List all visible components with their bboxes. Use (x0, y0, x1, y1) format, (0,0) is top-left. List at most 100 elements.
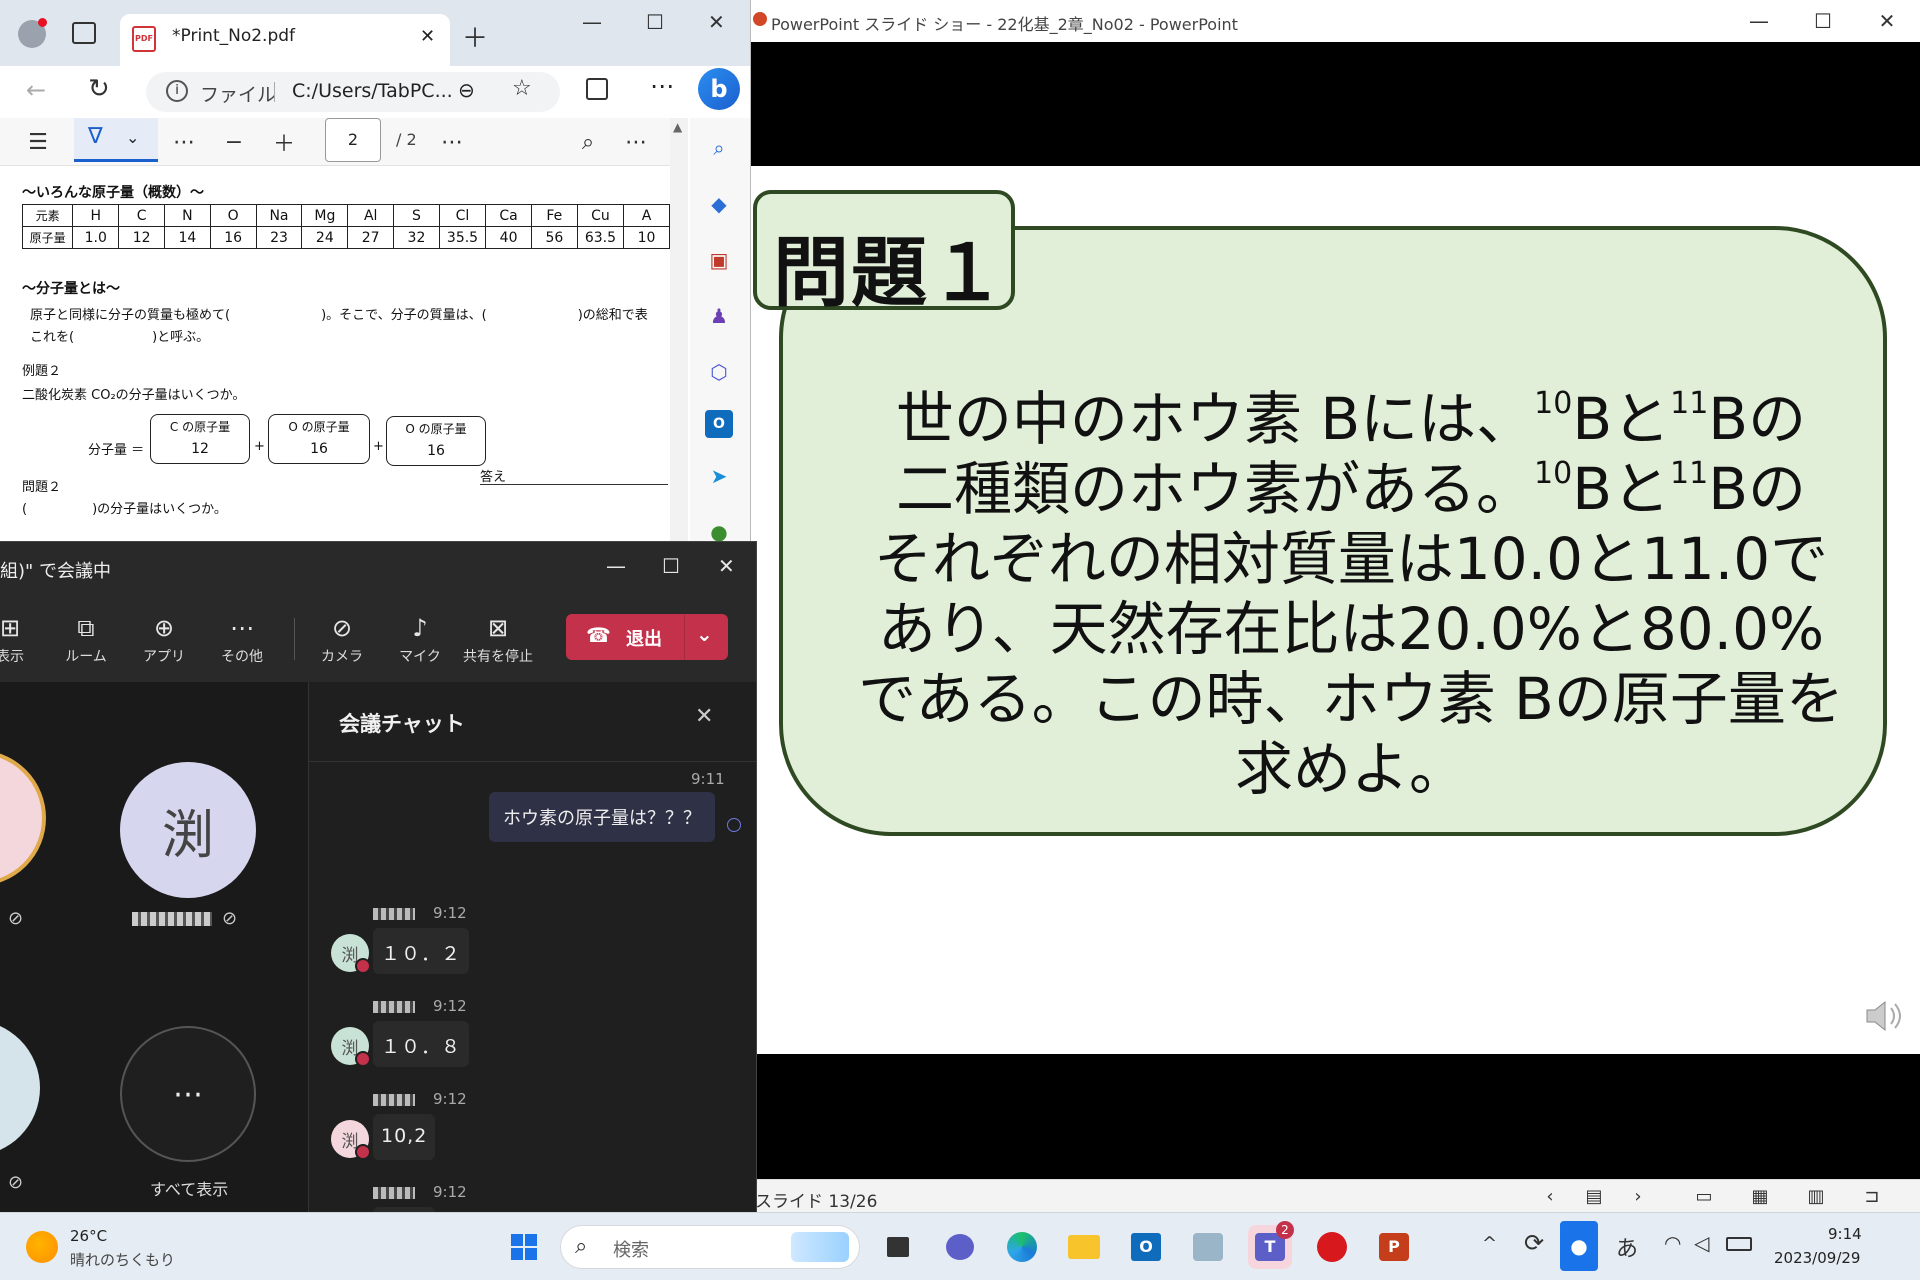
chat-title: 会議チャット (339, 712, 465, 736)
split-screen-icon[interactable] (586, 78, 608, 100)
close-button[interactable]: ✕ (718, 554, 735, 578)
message-time: 9:12 (433, 997, 467, 1015)
question-line: あり、天然存在比は20.0%と80.0% (877, 595, 1825, 663)
message-text: １０．８ (373, 1021, 470, 1067)
tab-pdf[interactable]: PDF *Print_No2.pdf ✕ (120, 14, 450, 66)
favorite-icon[interactable]: ☆ (512, 76, 532, 101)
table-cell: S (393, 204, 440, 227)
minimize-button[interactable]: — (582, 10, 602, 34)
slide-list-icon[interactable]: ▤ (1577, 1183, 1611, 1209)
more-options-icon[interactable]: ⋯ (438, 126, 466, 158)
formula-box: C の原子量 12 (150, 414, 250, 464)
weather-icon[interactable] (26, 1231, 58, 1263)
pdf-heading-atomic-weights: 〜いろんな原子量（概数）〜 (22, 185, 204, 201)
slideshow-view-icon[interactable]: ⊐ (1855, 1183, 1889, 1209)
battery-icon[interactable] (1726, 1237, 1752, 1251)
stop-share-button[interactable]: ⊠ 共有を停止 (462, 602, 534, 674)
minimize-button[interactable]: — (606, 554, 626, 578)
settings-more-icon[interactable]: ⋯ (622, 126, 650, 158)
room-button[interactable]: ⧉ ルーム (50, 602, 122, 674)
apps-button[interactable]: ⊕ アプリ (128, 602, 200, 674)
trend-micro-icon[interactable] (1310, 1225, 1354, 1269)
scrollbar[interactable]: ▲ (670, 118, 688, 560)
more-tools-icon[interactable]: ⋯ (170, 126, 198, 158)
mic-button[interactable]: ♪ マイク (384, 602, 456, 674)
slide[interactable]: 問題１ 世の中のホウ素 Bには、10Bと11Bの 二種類のホウ素がある。10Bと… (751, 166, 1920, 1054)
show-all-label[interactable]: すべて表示 (150, 1176, 228, 1200)
teams-icon[interactable]: T 2 (1248, 1221, 1294, 1269)
tray-overflow-icon[interactable]: ^ (1482, 1233, 1497, 1254)
normal-view-icon[interactable]: ▭ (1687, 1183, 1721, 1209)
participant-avatar[interactable]: 渕 (120, 762, 256, 898)
more-button[interactable]: ⋯ その他 (206, 602, 278, 674)
zoom-in-icon[interactable]: ＋ (270, 126, 298, 158)
copilot-icon[interactable]: b (698, 68, 740, 110)
camera-off-button[interactable]: ⊘ カメラ (306, 602, 378, 674)
tab-close-icon[interactable]: ✕ (420, 26, 435, 47)
leave-button[interactable]: ☎ 退出 ⌄ (566, 614, 728, 660)
microsoft365-icon[interactable]: ⬡ (705, 358, 733, 386)
participant-avatar[interactable] (0, 750, 46, 886)
shopping-icon[interactable]: ◆ (705, 190, 733, 218)
send-icon[interactable]: ➤ (705, 462, 733, 490)
tab-actions-icon[interactable] (72, 22, 96, 44)
file-explorer-icon[interactable] (1062, 1225, 1106, 1269)
weather-temp[interactable]: 26°C (70, 1227, 107, 1245)
show-all-avatar[interactable]: ⋯ (120, 1026, 256, 1162)
powerpoint-icon[interactable]: P (1372, 1225, 1416, 1269)
chat-message[interactable]: 9:12 渕 10,2 (331, 1090, 711, 1178)
avatar-initial: 渕 (161, 805, 214, 866)
page-number-input[interactable]: 2 (325, 118, 381, 162)
new-tab-button[interactable]: ＋ (462, 18, 488, 55)
snipping-tool-icon[interactable] (1186, 1225, 1230, 1269)
clock-time[interactable]: 9:14 (1828, 1225, 1862, 1243)
previous-slide-icon[interactable]: ‹ (1533, 1183, 1567, 1209)
address-bar[interactable]: i ファイル C:/Users/TabPC... ⊖ ☆ (146, 72, 560, 112)
ime-indicator[interactable]: あ (1616, 1231, 1638, 1263)
chat-message[interactable]: 9:12 渕 １０．２ (331, 904, 711, 992)
draw-tool-button[interactable]: ∇ ⌄ (74, 118, 158, 162)
my-message[interactable]: ホウ素の原子量は？？？ (489, 792, 715, 842)
close-button[interactable]: ✕ (1855, 0, 1919, 42)
minimize-button[interactable]: — (1727, 0, 1791, 42)
next-slide-icon[interactable]: › (1621, 1183, 1655, 1209)
sync-icon[interactable]: ⟳ (1524, 1229, 1544, 1257)
clock-date[interactable]: 2023/09/29 (1774, 1249, 1860, 1267)
maximize-button[interactable]: ☐ (646, 10, 664, 34)
outlook-icon[interactable]: O (1124, 1225, 1168, 1269)
outlook-icon[interactable]: O (705, 410, 733, 438)
chat-message[interactable]: 9:12 渕 １０．８ (331, 997, 711, 1085)
games-icon[interactable]: ♟ (705, 302, 733, 330)
volume-icon[interactable]: ◁ (1694, 1231, 1709, 1255)
weather-text[interactable]: 晴れのちくもり (70, 1249, 175, 1270)
participant-avatar[interactable] (0, 1020, 40, 1156)
zoom-out-icon[interactable]: − (220, 126, 248, 158)
zoom-icon[interactable]: ⊖ (458, 78, 475, 102)
chat-close-icon[interactable]: ✕ (695, 704, 713, 729)
maximize-button[interactable]: ☐ (662, 554, 680, 578)
scroll-up-icon[interactable]: ▲ (673, 120, 682, 134)
pdf-icon: PDF (132, 26, 156, 52)
speaker-icon[interactable] (1863, 998, 1903, 1034)
taskbar-search[interactable]: ⌕ 検索 (560, 1225, 860, 1269)
maximize-button[interactable]: ☐ (1791, 0, 1855, 42)
start-button[interactable] (502, 1225, 546, 1269)
task-view-icon[interactable] (876, 1225, 920, 1269)
close-button[interactable]: ✕ (708, 10, 725, 34)
search-icon[interactable]: ⌕ (574, 126, 602, 158)
teams-chat-icon[interactable] (938, 1225, 982, 1269)
refresh-icon[interactable]: ↻ (88, 74, 110, 104)
reading-view-icon[interactable]: ▥ (1799, 1183, 1833, 1209)
chat-message[interactable]: 9:12渕10.4 (331, 1183, 711, 1212)
edge-icon[interactable] (1000, 1225, 1044, 1269)
more-icon[interactable]: ⋯ (650, 72, 674, 100)
wifi-icon[interactable]: ◠ (1664, 1231, 1681, 1255)
search-sidebar-icon[interactable]: ⌕ (705, 134, 733, 162)
chevron-down-icon[interactable]: ⌄ (696, 622, 713, 646)
slide-sorter-icon[interactable]: ▦ (1743, 1183, 1777, 1209)
contents-icon[interactable]: ☰ (24, 126, 52, 158)
tools-icon[interactable]: ▣ (705, 246, 733, 274)
microphone-icon[interactable]: ● (1560, 1221, 1598, 1271)
back-icon[interactable]: ← (26, 76, 46, 104)
view-button[interactable]: ⊞ 表示 (0, 602, 46, 674)
